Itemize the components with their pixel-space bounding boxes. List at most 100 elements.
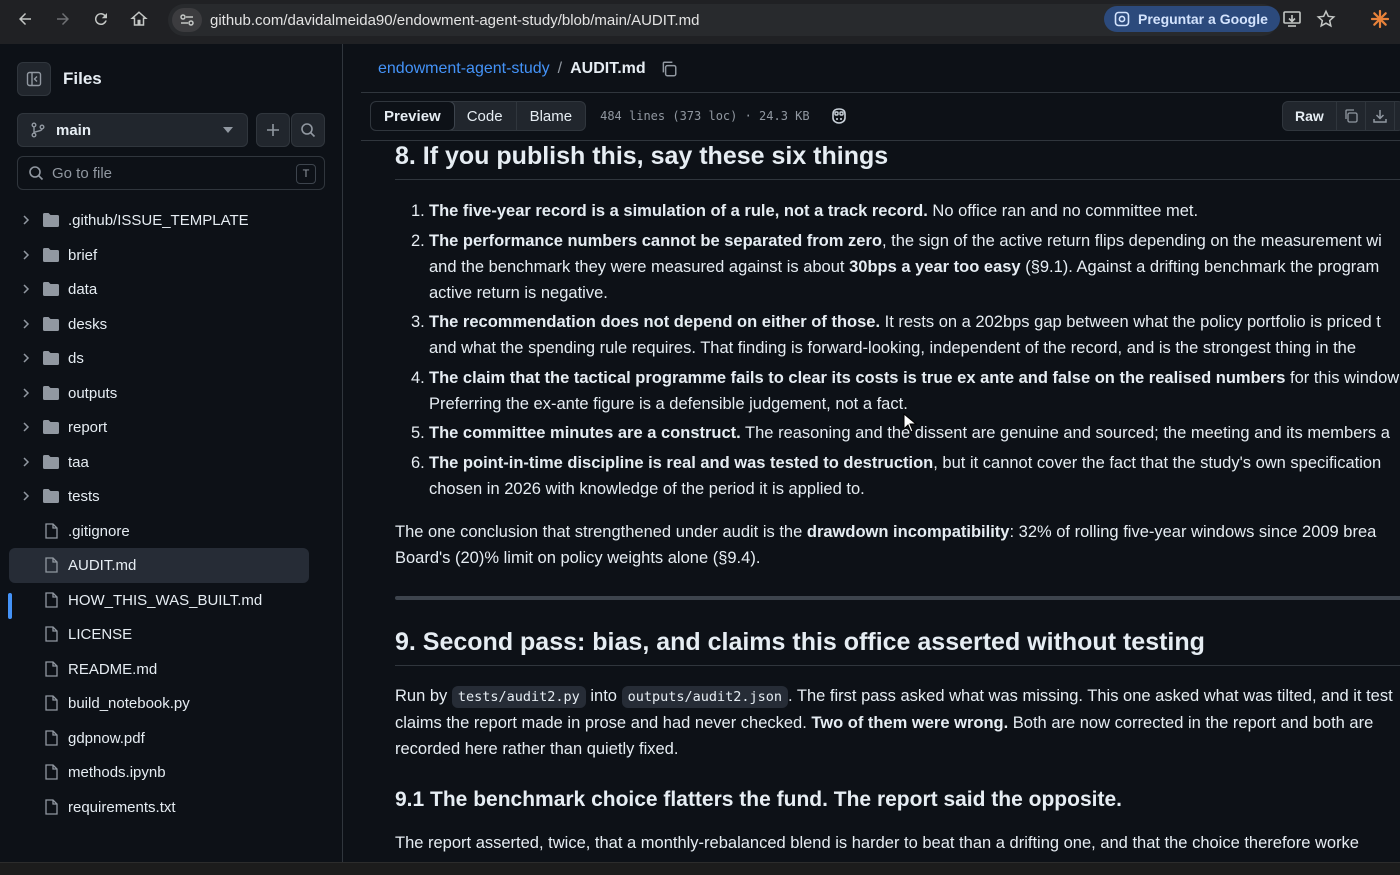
tree-item-label: requirements.txt	[68, 798, 176, 816]
breadcrumb-separator: /	[557, 60, 563, 77]
more-actions-button[interactable]	[1395, 102, 1400, 130]
folder-icon	[43, 282, 59, 296]
tab-code[interactable]: Code	[454, 102, 516, 130]
url-text: github.com/davidalmeida90/endowment-agen…	[210, 11, 700, 29]
raw-button[interactable]: Raw	[1283, 102, 1337, 130]
file-icon	[45, 660, 58, 677]
toolbar-divider	[361, 140, 1400, 141]
forward-button[interactable]	[44, 0, 82, 38]
list-item-bold: The five-year record is a simulation of …	[429, 202, 928, 220]
install-app-icon[interactable]	[1281, 8, 1303, 30]
search-files-button[interactable]	[291, 113, 325, 147]
paragraph-text: Both are now corrected in the report and…	[1008, 714, 1374, 732]
copy-raw-button[interactable]	[1337, 102, 1366, 130]
list-item: 3. The recommendation does not depend on…	[411, 309, 1381, 361]
list-item: 4. The claim that the tactical programme…	[411, 365, 1400, 417]
tab-blame[interactable]: Blame	[515, 102, 586, 130]
list-item-text: chosen in 2026 with knowledge of the per…	[429, 480, 865, 498]
download-icon	[1373, 110, 1387, 123]
tree-item-label: HOW_THIS_WAS_BUILT.md	[68, 591, 263, 609]
tree-file-item[interactable]: LICENSE	[0, 617, 343, 652]
ask-google-button[interactable]: Preguntar a Google	[1104, 6, 1280, 32]
tree-file-item[interactable]: gdpnow.pdf	[0, 721, 343, 756]
plus-icon	[267, 124, 279, 136]
paragraph-text: recorded here rather than quietly fixed.	[395, 740, 679, 758]
list-number: 4.	[411, 369, 425, 387]
file-icon	[45, 591, 58, 608]
list-item: 6. The point-in-time discipline is real …	[411, 450, 1381, 502]
tree-file-item[interactable]: .gitignore	[0, 514, 343, 549]
tab-preview[interactable]: Preview	[371, 102, 455, 130]
tree-file-item[interactable]: README.md	[0, 652, 343, 687]
tree-folder-item[interactable]: report	[0, 410, 343, 445]
tree-folder-item[interactable]: data	[0, 272, 343, 307]
tree-file-item[interactable]: AUDIT.md	[9, 548, 309, 583]
folder-icon	[43, 454, 59, 469]
tree-folder-item[interactable]: .github/ISSUE_TEMPLATE	[0, 203, 343, 238]
tree-file-item[interactable]: requirements.txt	[0, 790, 343, 825]
go-to-file-input[interactable]: Go to file T	[17, 156, 325, 190]
tree-folder-item[interactable]: ds	[0, 341, 343, 376]
reload-button[interactable]	[82, 0, 120, 38]
tree-item-label: build_notebook.py	[68, 695, 190, 712]
header-divider	[361, 92, 1400, 93]
folder-icon	[43, 213, 59, 227]
paragraph-text: claims the report made in prose and had …	[395, 714, 812, 732]
tree-folder-item[interactable]: brief	[0, 238, 343, 273]
paragraph-text: Board's (20)% limit on policy weights al…	[395, 549, 761, 567]
site-info-icon[interactable]	[172, 8, 202, 32]
file-viewer: endowment-agent-study / AUDIT.md Preview…	[361, 44, 1400, 862]
tree-item-label: report	[68, 419, 108, 436]
list-item-text: The reasoning and the dissent are genuin…	[740, 424, 1390, 442]
paragraph-text: . The first pass asked what was missing.…	[788, 687, 1393, 705]
tree-file-item[interactable]: HOW_THIS_WAS_BUILT.md	[0, 583, 343, 618]
collapse-sidebar-button[interactable]	[17, 62, 51, 96]
tree-item-label: desks	[68, 315, 108, 333]
extension-icon[interactable]	[1369, 8, 1391, 30]
list-item-bold: The recommendation does not depend on ei…	[429, 313, 881, 331]
list-item-text: It rests on a 202bps gap between what th…	[880, 313, 1381, 331]
benchmark-paragraph: The report asserted, twice, that a month…	[395, 830, 1359, 856]
file-icon	[45, 764, 58, 780]
paragraph-text: Run by	[395, 687, 452, 705]
home-button[interactable]	[120, 0, 158, 38]
chevron-down-icon	[223, 127, 233, 133]
add-file-button[interactable]	[256, 113, 290, 147]
list-number: 1.	[411, 202, 425, 220]
conclusion-paragraph: The one conclusion that strengthened und…	[395, 519, 1376, 571]
bookmark-star-icon[interactable]	[1315, 8, 1337, 30]
copilot-icon[interactable]	[829, 106, 849, 126]
tree-folder-item[interactable]: taa	[0, 445, 343, 480]
tree-file-item[interactable]: build_notebook.py	[0, 686, 343, 721]
tree-item-label: tests	[68, 488, 100, 505]
chevron-right-icon	[23, 422, 30, 432]
chevron-right-icon	[23, 318, 30, 329]
tree-item-label: taa	[68, 453, 89, 471]
tree-file-item[interactable]: methods.ipynb	[0, 755, 343, 790]
list-number: 5.	[411, 424, 425, 442]
download-button[interactable]	[1366, 102, 1395, 130]
paragraph-bold: Two of them were wrong.	[811, 714, 1009, 732]
breadcrumb-repo-link[interactable]: endowment-agent-study	[378, 60, 550, 78]
copy-path-icon[interactable]	[660, 60, 678, 78]
chevron-right-icon	[23, 491, 30, 501]
folder-icon	[43, 385, 59, 400]
tree-item-label: LICENSE	[68, 626, 133, 643]
branch-selector[interactable]: main	[17, 113, 248, 147]
tree-folder-item[interactable]: desks	[0, 307, 343, 342]
folder-icon	[43, 351, 59, 365]
keyboard-shortcut-hint: T	[296, 164, 316, 184]
tree-folder-item[interactable]: tests	[0, 479, 343, 514]
list-item: 1. The five-year record is a simulation …	[411, 198, 1198, 224]
folder-icon	[43, 316, 59, 331]
list-item-text: for this window (	[1285, 369, 1400, 387]
list-item-text: active return is negative.	[429, 284, 608, 302]
tree-folder-item[interactable]: outputs	[0, 376, 343, 411]
chevron-right-icon	[23, 249, 30, 260]
inline-code: outputs/audit2.json	[621, 686, 789, 708]
list-item-text: and the benchmark they were measured aga…	[429, 258, 850, 276]
tree-item-label: ds	[68, 350, 84, 367]
back-button[interactable]	[6, 0, 44, 38]
list-number: 2.	[411, 232, 425, 250]
chevron-right-icon	[23, 215, 30, 225]
